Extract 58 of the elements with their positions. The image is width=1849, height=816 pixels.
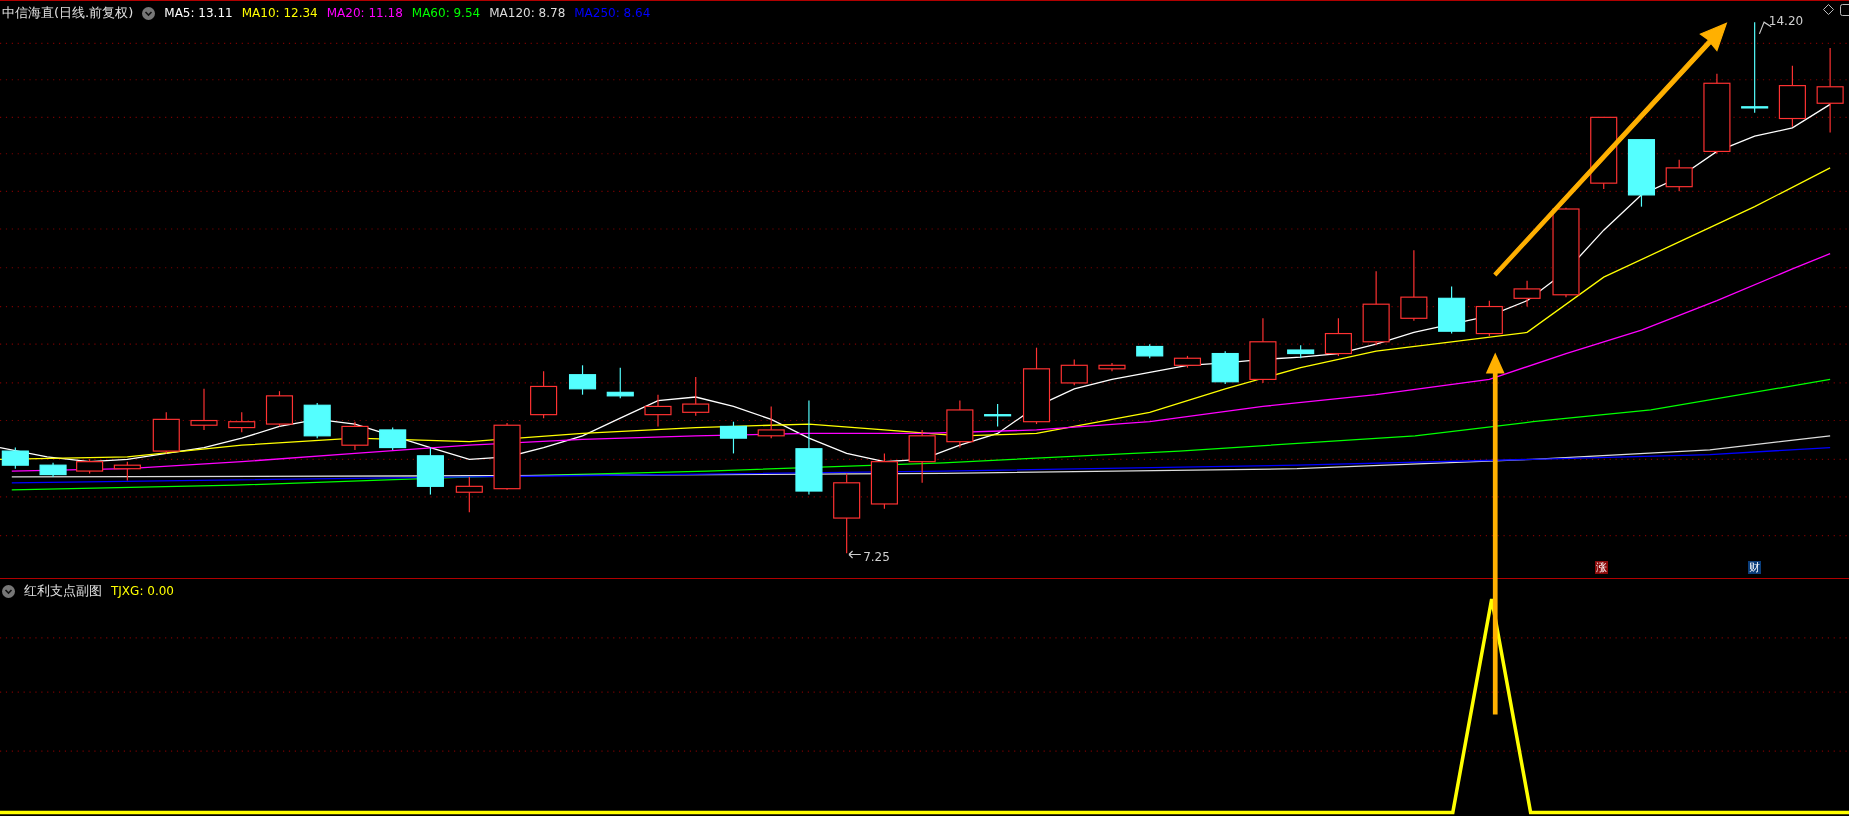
- candlestick: [1287, 344, 1315, 359]
- candlestick: [379, 427, 407, 451]
- candlestick: [303, 402, 331, 439]
- event-badge: 涨: [1595, 560, 1609, 574]
- candlestick: [152, 411, 180, 454]
- indicator-value: MA20: 11.18: [326, 6, 403, 20]
- event-badge: 财: [1747, 560, 1761, 574]
- candlestick: [1627, 139, 1655, 208]
- candlestick: [113, 461, 141, 482]
- candlestick: [908, 429, 936, 484]
- chart-title: 中信海直(日线.前复权): [2, 4, 134, 22]
- candlestick: [1324, 317, 1352, 357]
- price-label: 14.20: [1768, 14, 1804, 29]
- candlestick: [1249, 317, 1277, 384]
- candlestick: [530, 370, 558, 419]
- candlestick: [1665, 159, 1693, 192]
- candlestick: [719, 421, 748, 454]
- candlestick: [1778, 65, 1806, 128]
- high-marker-line: [1758, 21, 1772, 35]
- collapse-icon[interactable]: [142, 6, 156, 20]
- price-label: 7.25: [863, 549, 890, 564]
- candlestick: [265, 390, 294, 427]
- candlestick: [190, 388, 218, 431]
- candlestick: [606, 367, 634, 399]
- candlestick: [757, 405, 785, 439]
- low-marker-arrow: [848, 550, 862, 559]
- candlestick: [39, 462, 67, 478]
- candlestick: [455, 476, 483, 513]
- indicator-value: MA250: 8.64: [574, 6, 651, 20]
- candlestick: [568, 364, 597, 396]
- indicator-value: MA120: 8.78: [489, 6, 566, 20]
- indicator-value: TJXG: 0.00: [111, 584, 174, 598]
- candlestick: [682, 376, 710, 417]
- panel-icon[interactable]: [1840, 4, 1849, 16]
- candlestick: [1173, 355, 1201, 369]
- candlestick: [416, 446, 444, 496]
- diamond-icon[interactable]: [1823, 4, 1834, 15]
- candlestick: [984, 403, 1012, 427]
- candlestick: [76, 458, 104, 474]
- collapse-icon[interactable]: [2, 584, 15, 598]
- candlestick: [870, 452, 898, 510]
- candlestick: [1098, 362, 1126, 372]
- candlestick: [1060, 358, 1088, 386]
- candlestick: [1438, 285, 1466, 335]
- indicator-value: MA10: 12.34: [241, 6, 318, 20]
- candlestick: [644, 394, 672, 427]
- candlestick: [493, 422, 521, 491]
- candlestick: [1136, 343, 1164, 359]
- subchart-title: 红利支点副图: [24, 582, 102, 600]
- indicator-value: MA5: 13.11: [164, 6, 233, 20]
- candlestick: [1211, 350, 1239, 385]
- candlestick: [1475, 300, 1503, 337]
- candlestick: [341, 421, 369, 451]
- candlestick: [1513, 280, 1541, 308]
- candlestick: [946, 399, 974, 449]
- candlestick: [228, 411, 256, 433]
- candlestick: [1, 446, 29, 470]
- indicator-value: MA60: 9.54: [411, 6, 481, 20]
